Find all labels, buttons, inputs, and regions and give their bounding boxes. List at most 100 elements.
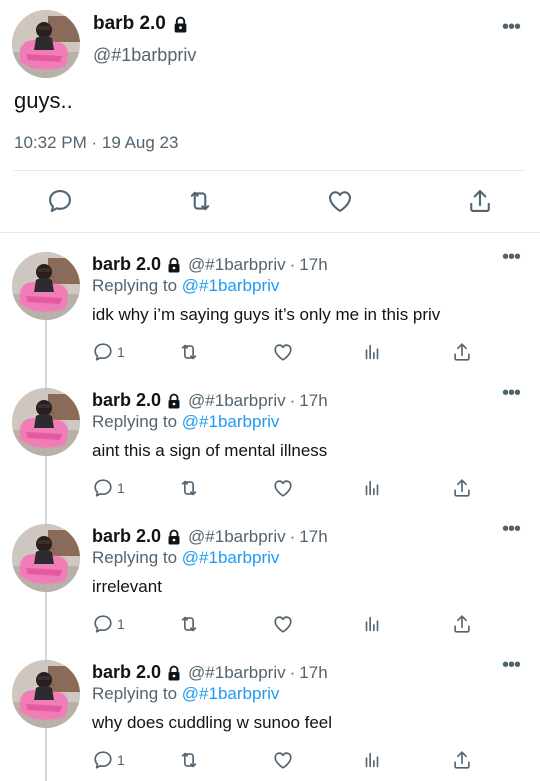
reply-icon	[92, 613, 114, 635]
retweet-icon	[178, 749, 200, 771]
like-icon	[272, 613, 294, 635]
lock-icon	[166, 257, 182, 273]
reply-button[interactable]: 1	[92, 613, 125, 635]
views-icon	[361, 341, 383, 363]
reply-display-name[interactable]: barb 2.0	[92, 254, 161, 275]
retweet-button[interactable]	[178, 341, 200, 363]
main-tweet-avatar[interactable]	[12, 10, 80, 78]
share-button[interactable]	[451, 749, 473, 771]
reply-count: 1	[117, 344, 125, 360]
reply-display-name[interactable]: barb 2.0	[92, 662, 161, 683]
divider	[14, 170, 526, 171]
reply-tweet[interactable]: barb 2.0 @#1barbpriv · 17h ••• Replying …	[0, 655, 540, 781]
share-icon	[451, 749, 473, 771]
like-icon	[272, 477, 294, 499]
lock-icon	[166, 529, 182, 545]
share-icon[interactable]	[466, 187, 494, 215]
share-icon	[451, 613, 473, 635]
replying-to-mention[interactable]: @#1barbpriv	[182, 412, 280, 431]
views-button[interactable]	[361, 613, 383, 635]
retweet-icon	[178, 341, 200, 363]
reply-time[interactable]: 17h	[299, 527, 327, 547]
reply-header: barb 2.0 @#1barbpriv · 17h	[92, 526, 328, 547]
reply-tweet[interactable]: barb 2.0 @#1barbpriv · 17h ••• Replying …	[0, 383, 540, 524]
more-icon[interactable]: •••	[502, 519, 521, 539]
reply-tweet[interactable]: barb 2.0 @#1barbpriv · 17h ••• Replying …	[0, 247, 540, 388]
main-tweet-display-name[interactable]: barb 2.0	[93, 13, 189, 35]
divider	[0, 232, 540, 233]
like-button[interactable]	[272, 749, 294, 771]
meta-separator: ·	[289, 254, 296, 274]
meta-separator: ·	[289, 662, 296, 682]
replying-to-mention[interactable]: @#1barbpriv	[182, 684, 280, 703]
more-icon[interactable]: •••	[502, 17, 521, 37]
reply-button[interactable]: 1	[92, 341, 125, 363]
replying-to-prefix: Replying to	[92, 412, 178, 431]
like-button[interactable]	[272, 613, 294, 635]
reply-header: barb 2.0 @#1barbpriv · 17h	[92, 662, 328, 683]
like-icon[interactable]	[326, 187, 354, 215]
replying-to: Replying to @#1barbpriv	[92, 548, 279, 568]
reply-icon	[92, 477, 114, 499]
reply-handle[interactable]: @#1barbpriv	[188, 391, 286, 411]
reply-avatar[interactable]	[12, 660, 80, 728]
more-icon[interactable]: •••	[502, 383, 521, 403]
like-button[interactable]	[272, 477, 294, 499]
like-button[interactable]	[272, 341, 294, 363]
reply-button[interactable]: 1	[92, 477, 125, 499]
reply-count: 1	[117, 480, 125, 496]
views-button[interactable]	[361, 341, 383, 363]
like-icon	[272, 341, 294, 363]
retweet-icon	[178, 477, 200, 499]
like-icon	[272, 749, 294, 771]
reply-button[interactable]: 1	[92, 749, 125, 771]
retweet-icon	[178, 613, 200, 635]
reply-avatar[interactable]	[12, 252, 80, 320]
reply-header: barb 2.0 @#1barbpriv · 17h	[92, 254, 328, 275]
reply-text: irrelevant	[92, 577, 162, 596]
share-button[interactable]	[451, 613, 473, 635]
reply-count: 1	[117, 616, 125, 632]
main-tweet-text: guys..	[14, 88, 73, 113]
retweet-button[interactable]	[178, 613, 200, 635]
lock-icon	[172, 16, 189, 33]
views-icon	[361, 613, 383, 635]
reply-avatar[interactable]	[12, 524, 80, 592]
retweet-button[interactable]	[178, 749, 200, 771]
share-icon	[451, 477, 473, 499]
replying-to: Replying to @#1barbpriv	[92, 276, 279, 296]
reply-header: barb 2.0 @#1barbpriv · 17h	[92, 390, 328, 411]
reply-display-name[interactable]: barb 2.0	[92, 526, 161, 547]
retweet-icon[interactable]	[186, 187, 214, 215]
share-button[interactable]	[451, 341, 473, 363]
replying-to-prefix: Replying to	[92, 276, 178, 295]
reply-icon	[92, 749, 114, 771]
reply-time[interactable]: 17h	[299, 391, 327, 411]
reply-avatar[interactable]	[12, 388, 80, 456]
reply-count: 1	[117, 752, 125, 768]
views-button[interactable]	[361, 477, 383, 499]
reply-time[interactable]: 17h	[299, 663, 327, 683]
more-icon[interactable]: •••	[502, 247, 521, 267]
lock-icon	[166, 393, 182, 409]
replying-to-prefix: Replying to	[92, 684, 178, 703]
reply-handle[interactable]: @#1barbpriv	[188, 663, 286, 683]
reply-handle[interactable]: @#1barbpriv	[188, 255, 286, 275]
views-button[interactable]	[361, 749, 383, 771]
reply-tweet[interactable]: barb 2.0 @#1barbpriv · 17h ••• Replying …	[0, 519, 540, 660]
replying-to-prefix: Replying to	[92, 548, 178, 567]
more-icon[interactable]: •••	[502, 655, 521, 675]
main-tweet-handle[interactable]: @#1barbpriv	[93, 45, 196, 66]
main-tweet-timestamp[interactable]: 10:32 PM · 19 Aug 23	[14, 133, 178, 153]
replying-to-mention[interactable]: @#1barbpriv	[182, 548, 280, 567]
reply-icon	[92, 341, 114, 363]
retweet-button[interactable]	[178, 477, 200, 499]
reply-icon[interactable]	[46, 187, 74, 215]
share-button[interactable]	[451, 477, 473, 499]
reply-handle[interactable]: @#1barbpriv	[188, 527, 286, 547]
reply-text: why does cuddling w sunoo feel	[92, 713, 333, 732]
reply-display-name[interactable]: barb 2.0	[92, 390, 161, 411]
share-icon	[451, 341, 473, 363]
reply-time[interactable]: 17h	[299, 255, 327, 275]
replying-to-mention[interactable]: @#1barbpriv	[182, 276, 280, 295]
